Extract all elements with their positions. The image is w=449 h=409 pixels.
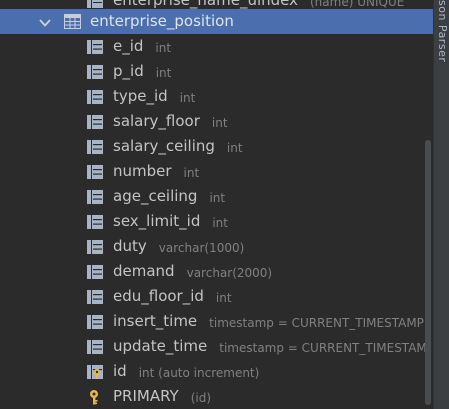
item-name: type_id: [113, 87, 168, 105]
column-icon: [86, 264, 104, 280]
item-type: int: [155, 66, 172, 80]
item-name: p_id: [113, 62, 144, 80]
column-icon: [86, 314, 104, 330]
table-name: enterprise_position: [90, 12, 234, 30]
tree-row-name: p_id int: [113, 62, 171, 80]
item-name: age_ceiling: [113, 187, 198, 205]
item-type: int: [211, 116, 228, 130]
tree-row[interactable]: edu_floor_id int: [0, 284, 433, 309]
item-name: insert_time: [113, 312, 198, 330]
tree-row-name: age_ceiling int: [113, 187, 225, 205]
tree-row[interactable]: duty varchar(1000): [0, 234, 433, 259]
column-icon: [86, 64, 104, 80]
column-icon: [86, 114, 104, 130]
tree-row-name: update_time timestamp = CURRENT_TIMESTAM: [113, 337, 427, 355]
item-type: varchar(1000): [158, 241, 245, 255]
tree-row[interactable]: age_ceiling int: [0, 184, 433, 209]
column-icon: [86, 289, 104, 305]
tree-row[interactable]: sex_limit_id int: [0, 209, 433, 234]
item-type: int: [155, 41, 172, 55]
column-icon: [86, 139, 104, 155]
tree-row-table[interactable]: enterprise_position: [0, 9, 433, 34]
tree-row[interactable]: update_time timestamp = CURRENT_TIMESTAM: [0, 334, 433, 359]
tree-row[interactable]: number int: [0, 159, 433, 184]
item-name: id: [113, 362, 127, 380]
tree-row-name: insert_time timestamp = CURRENT_TIMESTAMP: [113, 312, 424, 330]
tree-row[interactable]: salary_floor int: [0, 109, 433, 134]
tree-row-name: id int (auto increment): [113, 362, 259, 380]
tree-row-name: PRIMARY (id): [113, 387, 211, 405]
item-name: number: [113, 162, 172, 180]
tree-row[interactable]: PRIMARY (id): [0, 384, 433, 409]
item-type: int: [226, 141, 243, 155]
column-icon: [86, 39, 104, 55]
column-icon: [86, 189, 104, 205]
key-icon: [86, 389, 104, 405]
column-icon: [86, 214, 104, 230]
index-name: enterprise_name_uindex (name) UNIQUE: [113, 0, 405, 9]
tree-row[interactable]: salary_ceiling int: [0, 134, 433, 159]
chevron-down-icon[interactable]: [38, 15, 52, 29]
tree-row-name: salary_floor int: [113, 112, 228, 130]
tree-row-name: salary_ceiling int: [113, 137, 243, 155]
item-type: int (auto increment): [138, 366, 260, 380]
tree-row-name: type_id int: [113, 87, 195, 105]
column-icon: [86, 164, 104, 180]
item-type: int: [209, 191, 226, 205]
item-name: e_id: [113, 37, 144, 55]
item-type: int: [183, 166, 200, 180]
item-name: PRIMARY: [113, 387, 179, 405]
tree-row-name: demand varchar(2000): [113, 262, 272, 280]
item-type: timestamp = CURRENT_TIMESTAM: [219, 341, 427, 355]
tree-row[interactable]: type_id int: [0, 84, 433, 109]
tree-row-name: e_id int: [113, 37, 171, 55]
item-name: demand: [113, 262, 175, 280]
item-name: update_time: [113, 337, 208, 355]
column-icon: [86, 89, 104, 105]
column-icon: [86, 339, 104, 355]
item-name: duty: [113, 237, 147, 255]
database-tree[interactable]: enterprise_name_uindex (name) UNIQUE ente…: [0, 0, 433, 409]
vertical-scrollbar[interactable]: [425, 140, 431, 405]
tree-row-name: edu_floor_id int: [113, 287, 232, 305]
item-type: varchar(2000): [186, 266, 273, 280]
index-icon: [86, 0, 104, 9]
primary-key-column-icon: [86, 364, 104, 380]
item-name: edu_floor_id: [113, 287, 204, 305]
side-tool-window-tab[interactable]: son Parser: [433, 0, 449, 409]
item-type: timestamp = CURRENT_TIMESTAMP: [209, 316, 424, 330]
tree-row-name: duty varchar(1000): [113, 237, 244, 255]
tree-row-name: sex_limit_id int: [113, 212, 228, 230]
side-tab-label: son Parser: [436, 0, 449, 63]
tree-row[interactable]: insert_time timestamp = CURRENT_TIMESTAMP: [0, 309, 433, 334]
tree-row[interactable]: e_id int: [0, 34, 433, 59]
tree-row-name: number int: [113, 162, 199, 180]
item-name: salary_floor: [113, 112, 200, 130]
item-name: sex_limit_id: [113, 212, 201, 230]
item-name: salary_ceiling: [113, 137, 215, 155]
item-type: int: [212, 216, 228, 230]
column-icon: [86, 239, 104, 255]
item-type: int: [215, 291, 232, 305]
tree-row[interactable]: demand varchar(2000): [0, 259, 433, 284]
tree-row[interactable]: id int (auto increment): [0, 359, 433, 384]
table-icon: [64, 14, 81, 29]
tree-row[interactable]: p_id int: [0, 59, 433, 84]
item-type: int: [179, 91, 196, 105]
item-type: (id): [190, 391, 212, 405]
